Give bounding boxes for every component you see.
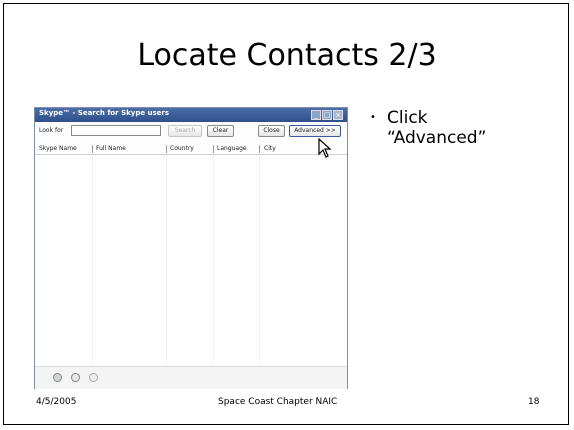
look-for-input[interactable] <box>71 125 161 136</box>
bullet-dot-icon: • <box>370 112 376 123</box>
mouse-pointer-icon <box>318 138 332 158</box>
bullet-line-2: “Advanced” <box>387 128 487 148</box>
column-country[interactable]: Country <box>170 145 194 152</box>
column-separator[interactable] <box>259 145 260 153</box>
column-language[interactable]: Language <box>217 145 247 152</box>
search-button[interactable]: Search <box>168 125 202 137</box>
footer-date: 4/5/2005 <box>36 397 77 407</box>
column-skype-name[interactable]: Skype Name <box>39 145 77 152</box>
column-city[interactable]: City <box>264 145 276 152</box>
footer-text: Space Coast Chapter NAIC <box>218 397 338 407</box>
column-full-name[interactable]: Full Name <box>96 145 126 152</box>
maximize-icon[interactable]: □ <box>322 110 332 120</box>
status-bar <box>35 366 347 389</box>
look-for-label: Look for <box>39 127 64 134</box>
results-list[interactable] <box>35 155 347 365</box>
advanced-button[interactable]: Advanced >> <box>289 125 341 137</box>
minimize-icon[interactable]: _ <box>311 110 321 120</box>
window-titlebar[interactable]: Skype™ - Search for Skype users _ □ × <box>35 108 347 122</box>
page-number: 18 <box>528 397 540 407</box>
close-button[interactable]: Close <box>258 125 285 137</box>
column-separator[interactable] <box>92 145 93 153</box>
search-toolbar: Look for Search Clear Close Advanced >> <box>35 122 347 144</box>
grid-line <box>166 155 167 365</box>
slide-title: Locate Contacts 2/3 <box>137 38 437 73</box>
column-separator[interactable] <box>213 145 214 153</box>
status-icon[interactable] <box>53 373 62 382</box>
skype-search-window: Skype™ - Search for Skype users _ □ × Lo… <box>34 107 348 389</box>
grid-line <box>259 155 260 365</box>
users-icon[interactable] <box>89 373 98 382</box>
clear-button[interactable]: Clear <box>207 125 234 137</box>
window-title: Skype™ - Search for Skype users <box>39 109 170 117</box>
close-icon[interactable]: × <box>333 110 343 120</box>
grid-line <box>92 155 93 365</box>
column-separator[interactable] <box>166 145 167 153</box>
info-icon[interactable] <box>71 373 80 382</box>
bullet-line-1: Click <box>387 108 428 128</box>
results-column-header: Skype Name Full Name Country Language Ci… <box>35 144 347 155</box>
grid-line <box>213 155 214 365</box>
